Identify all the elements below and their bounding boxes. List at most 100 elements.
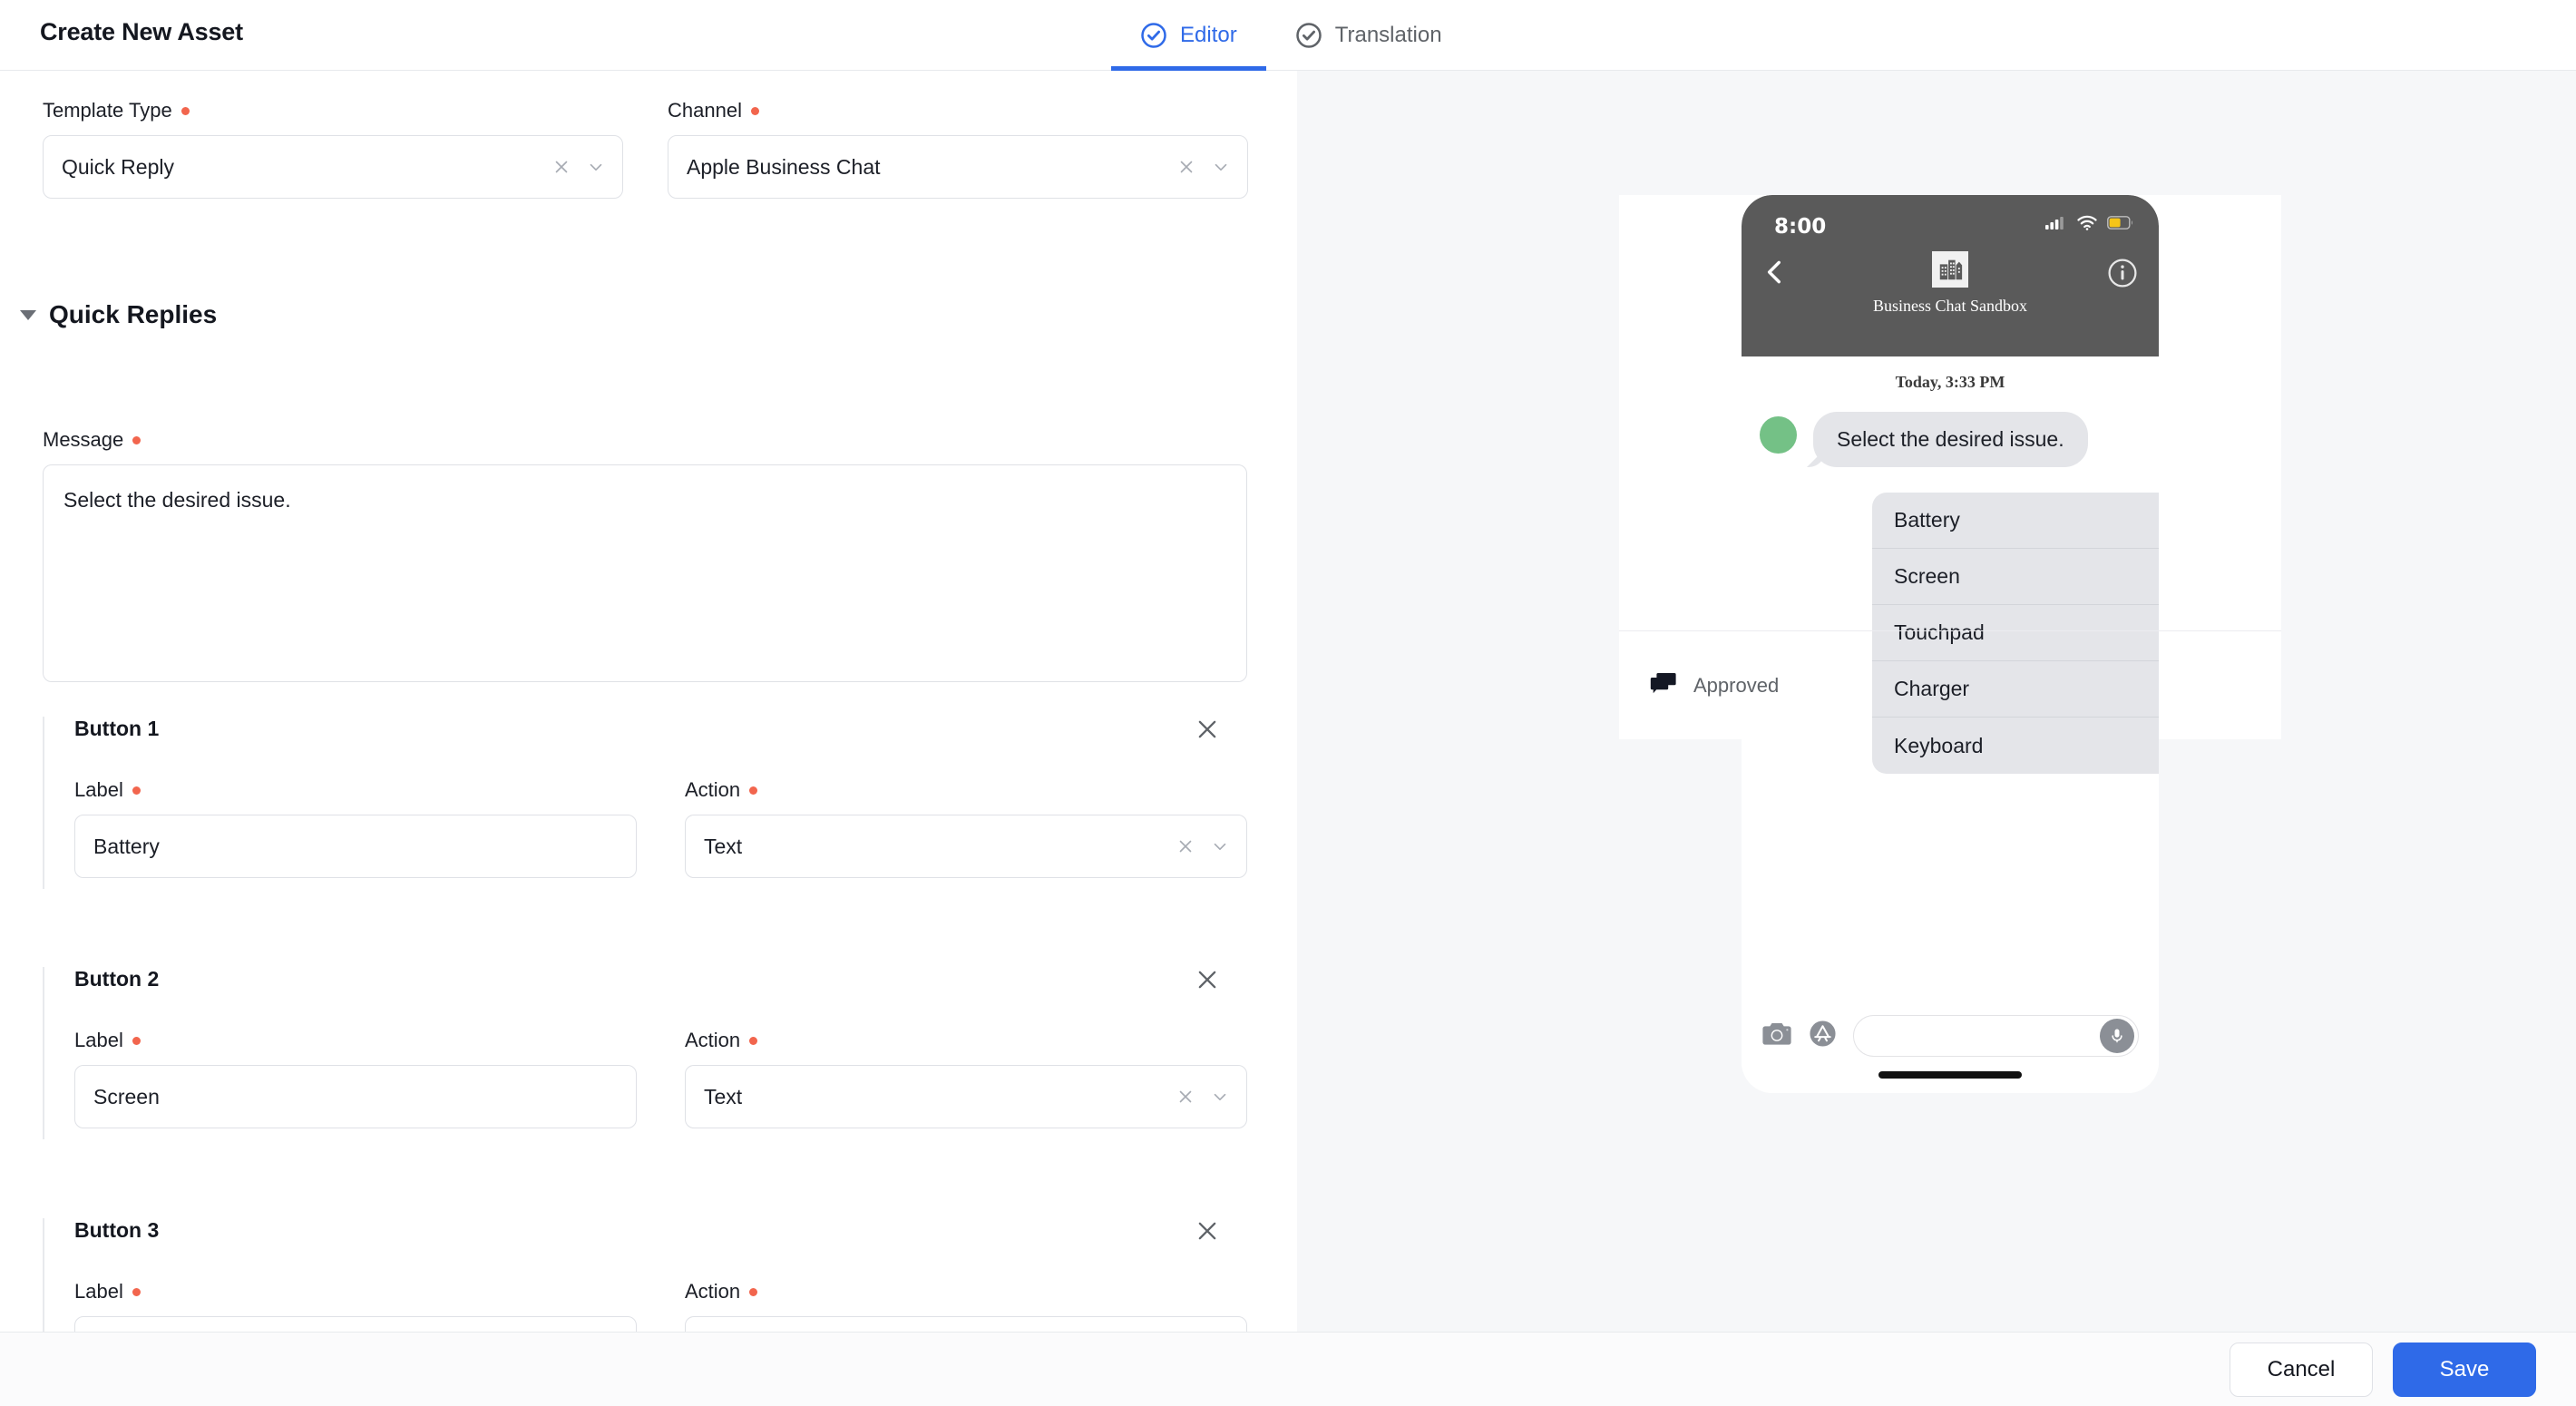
tab-translation-label: Translation: [1334, 23, 1442, 47]
required-indicator-icon: [132, 786, 141, 795]
phone-composer-bar: [1742, 1002, 2159, 1093]
required-indicator-icon: [132, 1036, 141, 1045]
close-icon[interactable]: [1176, 1087, 1195, 1107]
button-1-action-caption-text: Action: [685, 778, 741, 801]
close-icon[interactable]: [1176, 836, 1195, 856]
quick-replies-section-toggle[interactable]: Quick Replies: [20, 300, 217, 329]
status-badge-label: Approved: [1693, 673, 1780, 697]
status-badge: Approved: [1619, 630, 2281, 739]
quick-reply-item[interactable]: Battery: [1872, 493, 2159, 549]
quick-replies-section-title: Quick Replies: [49, 300, 218, 328]
chevron-down-icon[interactable]: [1210, 836, 1230, 856]
channel-field: Channel Apple Business Chat: [668, 101, 1248, 199]
button-3-label-field: Label Touchpad: [74, 1282, 637, 1332]
triangle-down-icon: [20, 309, 36, 320]
tab-bar: Editor Translation: [1111, 0, 1471, 71]
button-block-2-title: Button 2: [74, 967, 160, 991]
template-type-value: Quick Reply: [62, 154, 174, 179]
home-indicator: [1878, 1071, 2022, 1079]
chevron-down-icon[interactable]: [1210, 1087, 1230, 1107]
remove-button-1[interactable]: [1187, 709, 1227, 749]
button-3-label-caption: Label: [74, 1282, 637, 1302]
button-1-label-caption-text: Label: [74, 778, 123, 801]
required-indicator-icon: [132, 435, 141, 444]
message-row: Select the desired issue.: [1742, 392, 2159, 467]
message-value: Select the desired issue.: [63, 488, 291, 512]
template-type-label-text: Template Type: [43, 99, 172, 122]
button-2-label-caption: Label: [74, 1030, 637, 1050]
button-1-action-value: Text: [704, 834, 743, 858]
template-type-select[interactable]: Quick Reply: [43, 135, 623, 199]
button-1-label-input[interactable]: Battery: [74, 815, 637, 878]
app-store-icon[interactable]: [1809, 1020, 1837, 1052]
button-block-3-title: Button 3: [74, 1218, 160, 1242]
button-3-action-caption-text: Action: [685, 1280, 741, 1303]
tab-translation[interactable]: Translation: [1266, 0, 1471, 71]
button-1-label-value: Battery: [93, 834, 160, 858]
info-circle-icon[interactable]: [2106, 257, 2139, 289]
required-indicator-icon: [749, 786, 758, 795]
close-icon[interactable]: [551, 157, 571, 177]
button-block-1-title: Button 1: [74, 717, 160, 740]
remove-button-3[interactable]: [1187, 1211, 1227, 1251]
footer-action-bar: Cancel Save: [0, 1332, 2576, 1406]
button-2-action-value: Text: [704, 1084, 743, 1108]
preview-pane: 8:00 Business Chat Sandbox Today, 3:33 P…: [1297, 71, 2576, 1332]
chat-bubbles-icon: [1650, 671, 1677, 700]
app-header: Create New Asset Editor Translation: [0, 0, 2576, 71]
editor-form-pane: Template Type Quick Reply Channel Apple …: [0, 71, 1297, 1332]
button-block-1: Button 1 Label Battery Action Text: [43, 717, 1252, 889]
building-icon: [1932, 251, 1968, 288]
cellular-signal-icon: [2045, 215, 2067, 235]
message-bubble-text: Select the desired issue.: [1837, 427, 2064, 451]
chevron-left-icon[interactable]: [1760, 257, 1791, 288]
status-bar-icons: [2045, 215, 2133, 235]
button-2-action-caption-text: Action: [685, 1029, 741, 1051]
required-indicator-icon: [181, 106, 190, 115]
message-input[interactable]: [1853, 1015, 2139, 1057]
button-1-action-select[interactable]: Text: [685, 815, 1247, 878]
channel-label-text: Channel: [668, 99, 742, 122]
button-3-action-caption: Action: [685, 1282, 1247, 1302]
cancel-button[interactable]: Cancel: [2230, 1342, 2373, 1397]
button-1-action-field: Action Text: [685, 780, 1247, 878]
message-textarea[interactable]: Select the desired issue.: [43, 464, 1247, 682]
template-type-field: Template Type Quick Reply: [43, 101, 623, 199]
button-3-label-input[interactable]: Touchpad: [74, 1316, 637, 1332]
save-button[interactable]: Save: [2393, 1342, 2536, 1397]
button-3-label-caption-text: Label: [74, 1280, 123, 1303]
quick-reply-item[interactable]: Screen: [1872, 549, 2159, 605]
close-icon[interactable]: [1176, 157, 1196, 177]
tab-editor[interactable]: Editor: [1111, 0, 1266, 71]
button-1-action-caption: Action: [685, 780, 1247, 800]
message-label: Message: [43, 430, 1247, 450]
button-2-label-caption-text: Label: [74, 1029, 123, 1051]
wifi-icon: [2077, 215, 2097, 235]
button-2-label-value: Screen: [93, 1084, 160, 1108]
button-2-label-field: Label Screen: [74, 1030, 637, 1128]
channel-label: Channel: [668, 101, 1248, 121]
button-1-label-field: Label Battery: [74, 780, 637, 878]
microphone-icon[interactable]: [2100, 1019, 2134, 1053]
avatar: [1760, 416, 1797, 454]
button-2-action-select[interactable]: Text: [685, 1065, 1247, 1128]
channel-select[interactable]: Apple Business Chat: [668, 135, 1248, 199]
business-name: Business Chat Sandbox: [1872, 297, 2027, 315]
button-2-action-field: Action Text: [685, 1030, 1247, 1128]
battery-low-power-icon: [2107, 216, 2133, 234]
button-3-action-select[interactable]: Text: [685, 1316, 1247, 1332]
remove-button-2[interactable]: [1187, 960, 1227, 1000]
camera-icon[interactable]: [1761, 1020, 1792, 1052]
chevron-down-icon[interactable]: [1211, 157, 1231, 177]
message-label-text: Message: [43, 428, 124, 451]
page-title: Create New Asset: [40, 18, 243, 45]
required-indicator-icon: [132, 1287, 141, 1296]
tab-editor-label: Editor: [1180, 23, 1237, 47]
message-bubble: Select the desired issue.: [1813, 412, 2088, 467]
template-type-label: Template Type: [43, 101, 623, 121]
channel-value: Apple Business Chat: [687, 154, 881, 179]
chevron-down-icon[interactable]: [586, 157, 606, 177]
button-2-label-input[interactable]: Screen: [74, 1065, 637, 1128]
button-block-3: Button 3 Label Touchpad Action: [43, 1218, 1252, 1332]
button-2-action-caption: Action: [685, 1030, 1247, 1050]
